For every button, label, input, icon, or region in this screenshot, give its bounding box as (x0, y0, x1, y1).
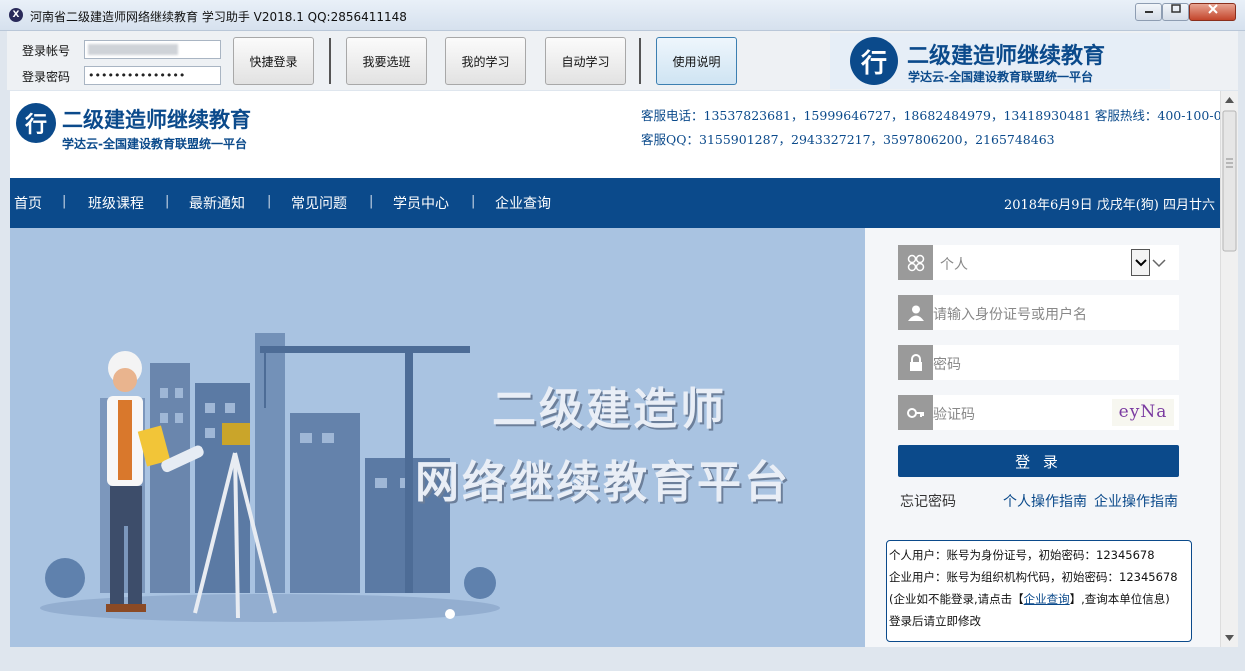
window-title: 河南省二级建造师网络继续教育 学习助手 V2018.1 QQ:285641114… (30, 10, 407, 24)
contact-qq: 客服QQ：3155901287，2943327217，3597806200，21… (641, 132, 1055, 147)
web-view: 行 二级建造师继续教育 学达云-全国建设教育联盟统一平台 客服电话：135378… (10, 91, 1220, 647)
vertical-scrollbar[interactable] (1220, 91, 1238, 647)
login-button[interactable]: 登 录 (898, 445, 1179, 477)
site-logo-icon: 行 (16, 103, 56, 143)
hero-title-line2: 网络继续教育平台 (415, 457, 791, 508)
tip-text: 】,查询本单位信息) (1069, 592, 1170, 606)
toolbar-separator (329, 38, 331, 84)
login-tips-box: 个人用户：账号为身份证号，初始密码：12345678 企业用户：账号为组织机构代… (886, 540, 1192, 642)
password-placeholder: 密码 (933, 357, 961, 373)
tip-enterprise: 企业用户：账号为组织机构代码，初始密码：12345678 (889, 570, 1178, 584)
minimize-icon (1144, 11, 1153, 13)
nav-enterprise-query[interactable]: 企业查询 (495, 193, 551, 213)
login-panel: 个人 请输入身份证号或用户名 密码 验证码 eyNa 登 录 忘记密码 个人操作… (865, 228, 1220, 647)
contact-phone: 客服电话：13537823681，15999646727，18682484979… (641, 108, 1220, 123)
id-input[interactable]: 请输入身份证号或用户名 (898, 295, 1179, 330)
site-logo-subtitle: 学达云-全国建设教育联盟统一平台 (62, 137, 247, 151)
toolbar-separator (639, 38, 641, 84)
auto-study-button[interactable]: 自动学习 (545, 37, 626, 85)
enterprise-guide-link[interactable]: 企业操作指南 (1094, 491, 1178, 511)
quick-login-button[interactable]: 快捷登录 (233, 37, 314, 85)
maximize-icon (1170, 4, 1181, 13)
id-placeholder: 请输入身份证号或用户名 (933, 307, 1087, 323)
toolbar-logo: 行 二级建造师继续教育 学达云-全国建设教育联盟统一平台 (830, 33, 1170, 89)
minimize-button[interactable] (1135, 3, 1162, 21)
nav-bar: 首页 | 班级课程 | 最新通知 | 常见问题 | 学员中心 | 企业查询 20… (10, 178, 1220, 228)
hero-title-line1: 二级建造师 (492, 384, 727, 435)
nav-separator: | (471, 194, 476, 209)
nav-separator: | (267, 194, 272, 209)
nav-separator: | (165, 194, 170, 209)
nav-student-center[interactable]: 学员中心 (393, 193, 449, 213)
password-input[interactable]: ••••••••••••••• (84, 66, 221, 85)
account-input[interactable] (84, 40, 221, 59)
user-type-value: 个人 (940, 257, 968, 273)
nav-class-courses[interactable]: 班级课程 (88, 193, 144, 213)
site-logo-title: 二级建造师继续教育 (62, 108, 251, 132)
captcha-placeholder: 验证码 (933, 407, 975, 423)
tip-text: (企业如不能登录,请点击【 (889, 592, 1024, 606)
password-field[interactable]: 密码 (898, 345, 1179, 380)
maximize-button[interactable] (1162, 3, 1189, 21)
select-class-button[interactable]: 我要选班 (346, 37, 427, 85)
hero-banner: 二级建造师 网络继续教育平台 (10, 228, 865, 647)
scrollbar-track (1222, 97, 1237, 641)
close-icon (1207, 4, 1218, 14)
nav-separator: | (62, 194, 67, 209)
blurred-account (88, 44, 178, 55)
key-icon (898, 395, 933, 430)
close-button[interactable] (1189, 3, 1236, 21)
instructions-button[interactable]: 使用说明 (656, 37, 737, 85)
nav-faq[interactable]: 常见问题 (291, 193, 347, 213)
lock-icon (898, 345, 933, 380)
enterprise-query-link[interactable]: 企业查询 (1024, 592, 1070, 606)
password-label: 登录密码 (22, 70, 71, 84)
chevron-down-icon[interactable] (1131, 249, 1150, 276)
tip-personal: 个人用户：账号为身份证号，初始密码：12345678 (889, 548, 1155, 562)
app-icon: X (9, 8, 23, 22)
nav-home[interactable]: 首页 (14, 193, 42, 213)
captcha-input[interactable]: 验证码 eyNa (898, 395, 1179, 430)
toolbar-logo-subtitle: 学达云-全国建设教育联盟统一平台 (908, 70, 1093, 84)
forgot-password-link[interactable]: 忘记密码 (900, 491, 956, 511)
nav-date: 2018年6月9日 戊戌年(狗) 四月廿六 (1003, 198, 1215, 213)
tip-enterprise-query: (企业如不能登录,请点击【企业查询】,查询本单位信息) (889, 588, 1189, 610)
user-icon (898, 295, 933, 330)
title-bar: X 河南省二级建造师网络继续教育 学习助手 V2018.1 QQ:2856411… (0, 0, 1245, 31)
nav-separator: | (369, 194, 374, 209)
account-label: 登录帐号 (22, 44, 71, 58)
logo-circle-icon: 行 (850, 37, 898, 85)
nav-latest-notices[interactable]: 最新通知 (189, 193, 245, 213)
my-study-button[interactable]: 我的学习 (445, 37, 526, 85)
tip-change-password: 登录后请立即修改 (889, 614, 981, 628)
construction-illustration (40, 333, 500, 622)
toolbar-logo-title: 二级建造师继续教育 (907, 44, 1106, 69)
user-type-select[interactable]: 个人 (898, 245, 1179, 280)
personal-guide-link[interactable]: 个人操作指南 (1003, 491, 1087, 511)
chevron-down-icon (1152, 257, 1166, 271)
captcha-image[interactable]: eyNa (1112, 399, 1174, 426)
grid-icon (898, 245, 933, 280)
